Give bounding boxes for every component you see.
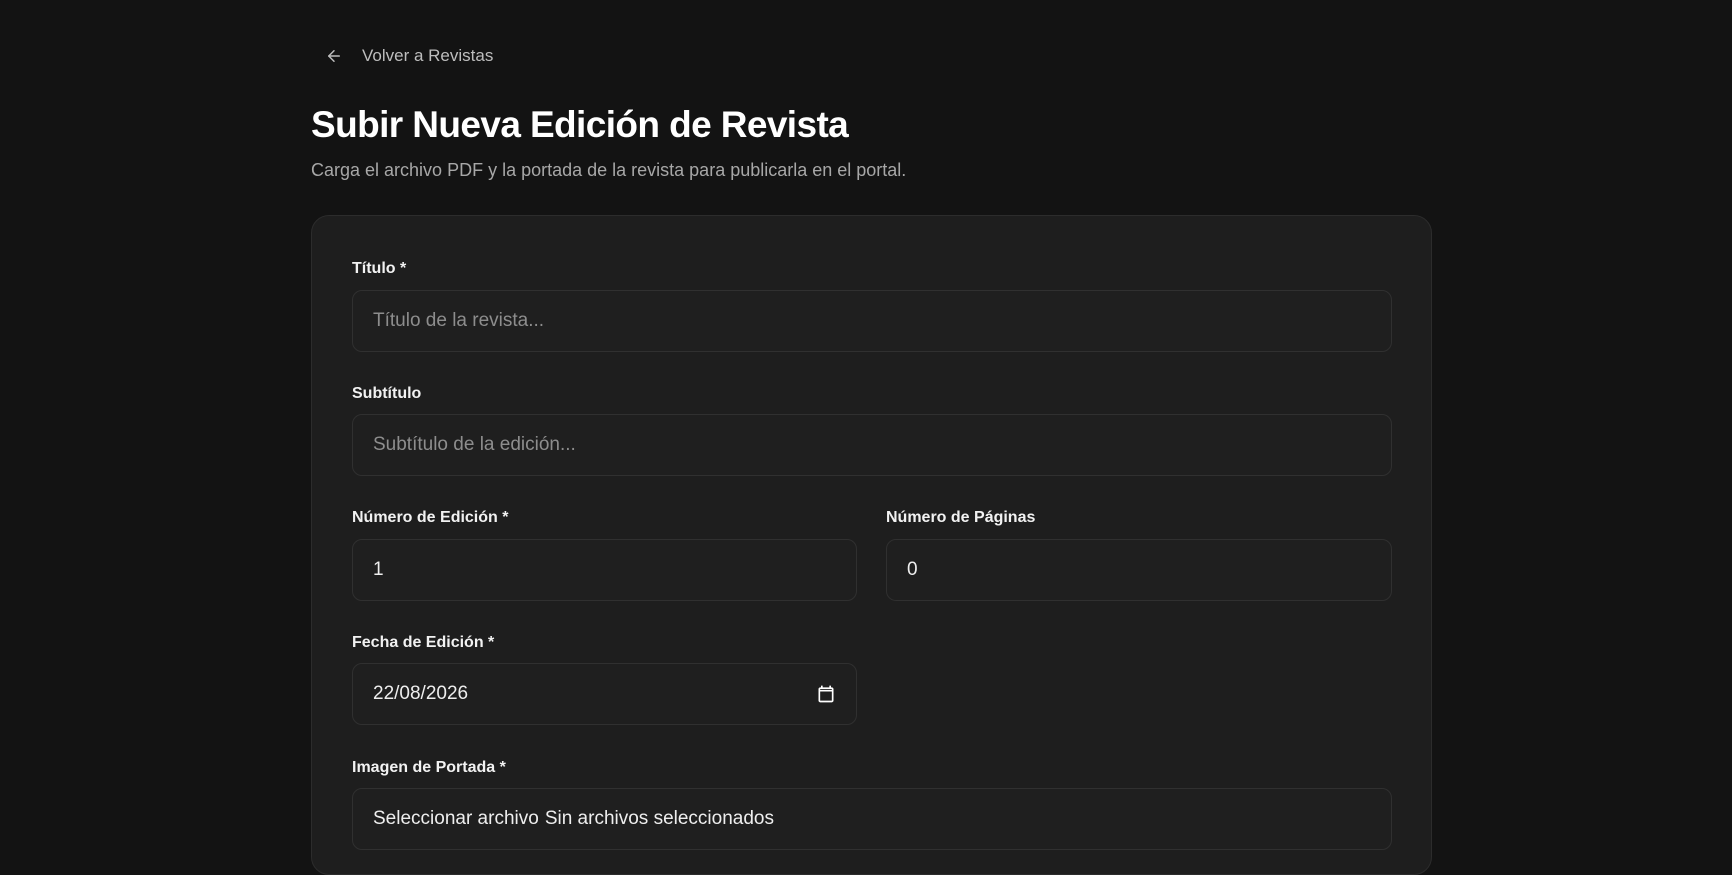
choose-file-button[interactable]: Seleccionar archivo [373, 808, 539, 830]
arrow-left-icon [325, 47, 343, 65]
edition-number-input[interactable]: 1 [352, 539, 857, 601]
page-count-input[interactable]: 0 [886, 539, 1392, 601]
title-input[interactable]: Título de la revista... [352, 290, 1392, 352]
file-status-text: Sin archivos seleccionados [544, 808, 774, 829]
cover-image-file-input[interactable]: Seleccionar archivo Sin archivos selecci… [352, 788, 1392, 850]
page-subtitle: Carga el archivo PDF y la portada de la … [311, 160, 907, 180]
edition-date-value: 22/08/2026 [373, 683, 469, 704]
edition-date-label: Fecha de Edición * [352, 634, 495, 651]
back-link-label: Volver a Revistas [362, 46, 494, 65]
edition-number-label: Número de Edición * [352, 509, 509, 526]
subtitle-field-label: Subtítulo [352, 385, 422, 402]
edition-date-input[interactable]: 22/08/2026 [352, 663, 857, 725]
page-title: Subir Nueva Edición de Revista [311, 104, 849, 145]
cover-image-label: Imagen de Portada * [352, 759, 506, 776]
calendar-icon[interactable] [816, 684, 836, 704]
upload-form-card: Título * Título de la revista... Subtítu… [311, 215, 1432, 875]
back-to-magazines-link[interactable]: Volver a Revistas [325, 46, 493, 66]
subtitle-input[interactable]: Subtítulo de la edición... [352, 414, 1392, 476]
title-field-label: Título * [352, 260, 407, 277]
page-count-label: Número de Páginas [886, 509, 1036, 526]
